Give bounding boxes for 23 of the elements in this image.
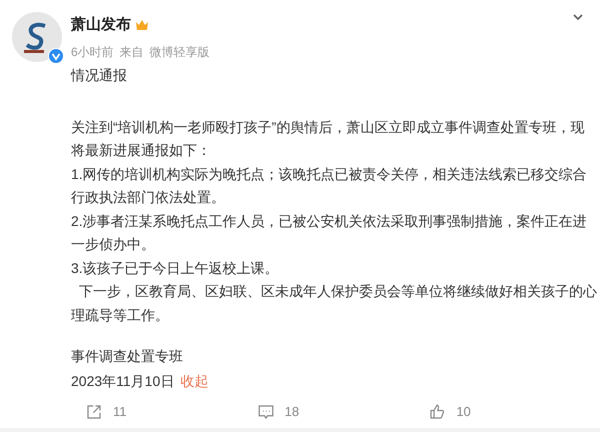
post-paragraph: 3.该孩子已于今日上午返校上课。 <box>71 258 280 278</box>
chevron-down-icon[interactable] <box>572 12 584 22</box>
source-text: 来自 <box>120 44 144 60</box>
crown-icon <box>135 19 149 32</box>
avatar-logo-icon <box>12 12 62 62</box>
source-link[interactable]: 微博轻享版 <box>150 42 210 60</box>
thumbs-up-icon <box>428 402 446 421</box>
collapse-link[interactable]: 收起 <box>180 370 208 393</box>
post-paragraph: 关注到“培训机构一老师殴打孩子”的舆情后，萧山区立即成立事件调查处置专班，现将最新进展通报如下： <box>71 118 586 160</box>
author-name[interactable]: 萧山发布 <box>71 14 131 36</box>
action-button[interactable]: 10 <box>428 402 471 422</box>
action-button[interactable]: 11 <box>85 402 126 422</box>
post-paragraph: 1.网传的培训机构实际为晚托点；该晚托点已被责令关停，相关违法线索已移交综合行政执法部门依法处置。 <box>71 164 588 207</box>
post-date: 2023年11月10日 <box>71 372 174 390</box>
post-title: 情况通报 <box>71 66 128 85</box>
action-button[interactable]: 18 <box>256 402 300 422</box>
verified-badge-icon <box>48 48 64 64</box>
share-icon <box>85 402 103 421</box>
comment-icon <box>256 402 275 421</box>
post-signature: 事件调查处置专班 <box>71 347 184 366</box>
post-paragraph: 下一步，区教育局、区妇联、区未成年人保护委员会等单位将继续做好相关孩子的心理疏导等工作。 <box>71 282 597 324</box>
post-time: 6小时前 <box>71 44 114 60</box>
post-paragraph: 2.涉事者汪某系晚托点工作人员，已被公安机关依法采取刑事强制措施，案件正在进一步侦办中。 <box>71 212 588 254</box>
